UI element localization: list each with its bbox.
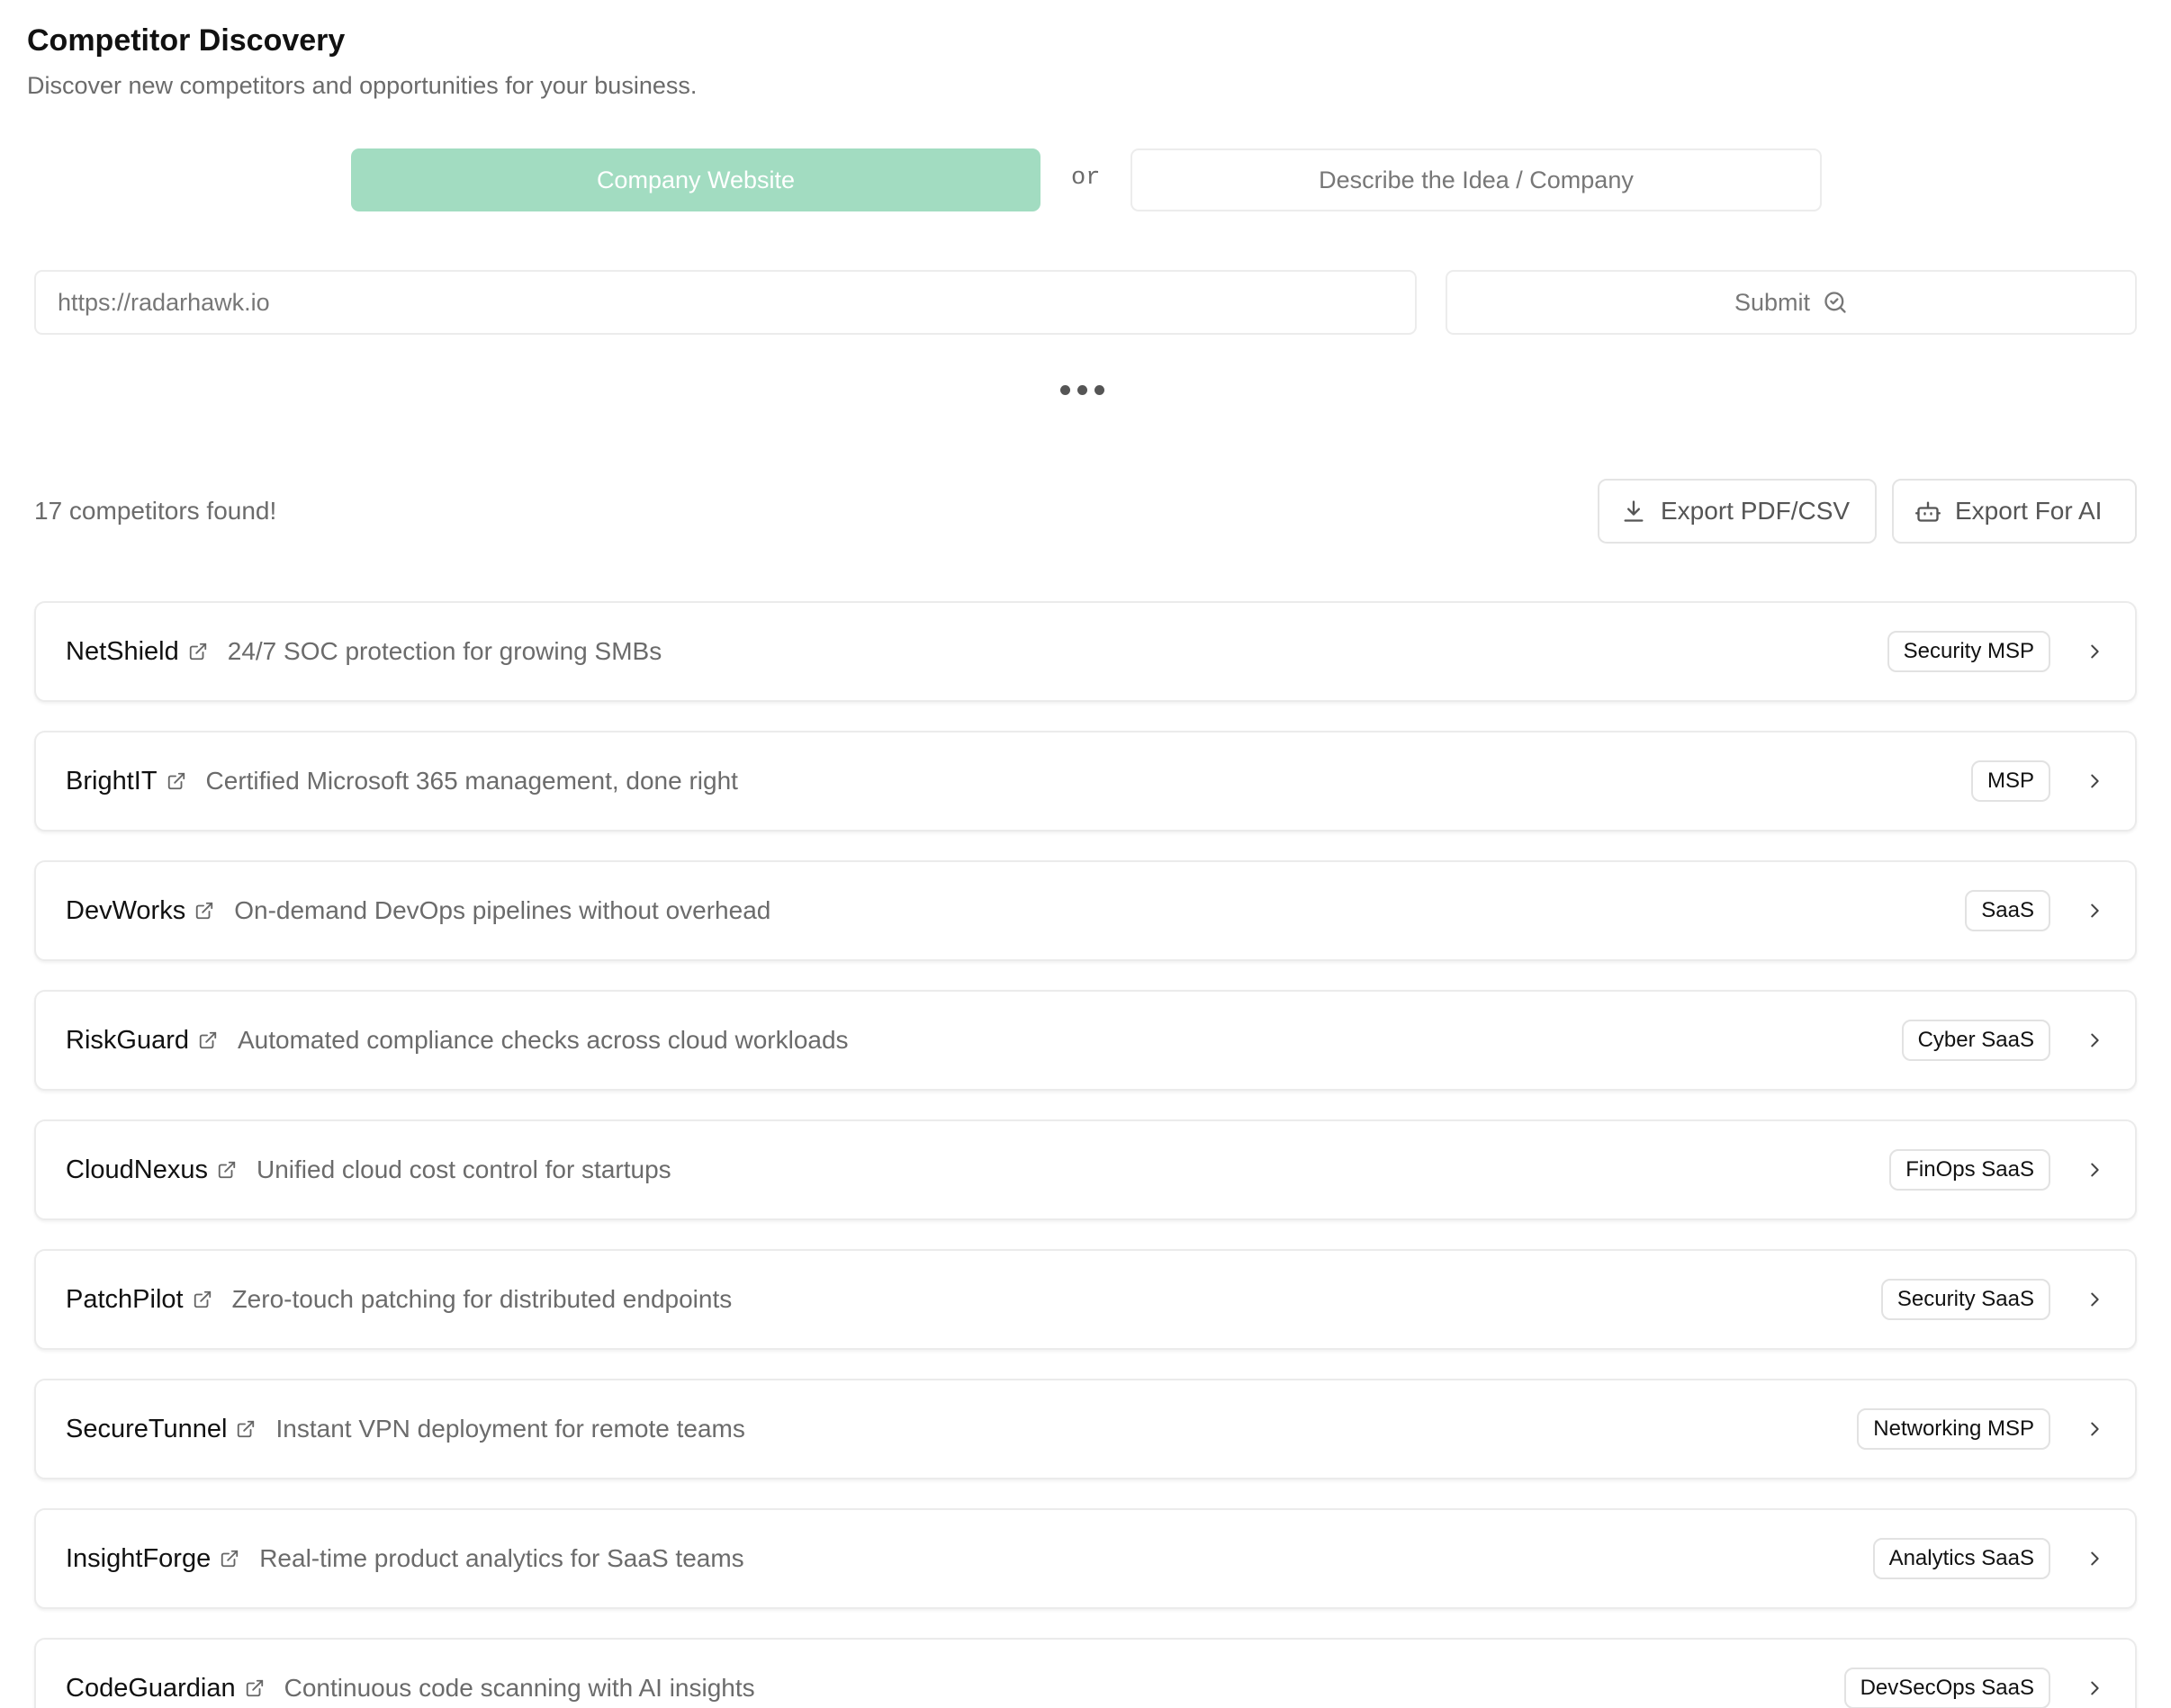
describe-idea-mode-label: Describe the Idea / Company bbox=[1319, 166, 1634, 193]
competitor-category-badge: DevSecOps SaaS bbox=[1843, 1668, 2050, 1708]
competitor-discovery-page: Competitor Discovery Discover new compet… bbox=[0, 0, 2171, 1708]
external-link-icon[interactable] bbox=[236, 1419, 256, 1439]
competitor-name[interactable]: InsightForge bbox=[66, 1544, 211, 1574]
competitor-name[interactable]: BrightIT bbox=[66, 767, 158, 796]
chevron-right-icon[interactable] bbox=[2085, 1160, 2104, 1180]
external-link-icon[interactable] bbox=[188, 642, 208, 661]
export-pdf-csv-button[interactable]: Export PDF/CSV bbox=[1598, 479, 1877, 544]
submit-button[interactable]: Submit bbox=[1446, 270, 2137, 335]
export-for-ai-button[interactable]: Export For AI bbox=[1892, 479, 2137, 544]
search-check-icon bbox=[1823, 290, 1848, 315]
competitor-row[interactable]: CloudNexus Unified cloud cost control fo… bbox=[34, 1119, 2137, 1220]
competitor-name[interactable]: PatchPilot bbox=[66, 1285, 184, 1315]
competitor-category-badge: SaaS bbox=[1965, 890, 2050, 931]
loading-dots-icon bbox=[1060, 385, 1104, 395]
competitor-description: 24/7 SOC protection for growing SMBs bbox=[227, 637, 662, 665]
competitor-name[interactable]: SecureTunnel bbox=[66, 1415, 227, 1444]
competitor-row[interactable]: SecureTunnel Instant VPN deployment for … bbox=[34, 1379, 2137, 1479]
competitor-row[interactable]: DevWorks On-demand DevOps pipelines with… bbox=[34, 860, 2137, 961]
chevron-right-icon[interactable] bbox=[2085, 1290, 2104, 1309]
page-subtitle: Discover new competitors and opportuniti… bbox=[27, 72, 698, 99]
bot-icon bbox=[1915, 499, 1941, 524]
competitor-row[interactable]: CodeGuardian Continuous code scanning wi… bbox=[34, 1638, 2137, 1708]
chevron-right-icon[interactable] bbox=[2085, 1419, 2104, 1439]
chevron-right-icon[interactable] bbox=[2085, 1549, 2104, 1569]
chevron-right-icon[interactable] bbox=[2085, 642, 2104, 661]
mode-or-separator: or bbox=[1071, 165, 1101, 192]
competitor-description: Continuous code scanning with AI insight… bbox=[284, 1674, 755, 1702]
external-link-icon[interactable] bbox=[194, 901, 214, 921]
chevron-right-icon[interactable] bbox=[2085, 1678, 2104, 1698]
competitor-category-badge: MSP bbox=[1970, 760, 2050, 802]
competitor-name[interactable]: CloudNexus bbox=[66, 1155, 208, 1185]
competitor-description: Automated compliance checks across cloud… bbox=[238, 1026, 849, 1054]
page-title: Competitor Discovery bbox=[27, 23, 346, 58]
describe-idea-mode-button[interactable]: Describe the Idea / Company bbox=[1131, 148, 1822, 211]
external-link-icon[interactable] bbox=[245, 1678, 265, 1698]
competitor-row[interactable]: PatchPilot Zero-touch patching for distr… bbox=[34, 1249, 2137, 1350]
competitor-category-badge: Security SaaS bbox=[1880, 1279, 2050, 1320]
competitor-name[interactable]: CodeGuardian bbox=[66, 1674, 236, 1704]
competitor-description: Certified Microsoft 365 management, done… bbox=[205, 767, 738, 795]
competitor-category-badge: Networking MSP bbox=[1857, 1408, 2050, 1450]
competitor-description: Real-time product analytics for SaaS tea… bbox=[259, 1544, 744, 1572]
competitor-name[interactable]: DevWorks bbox=[66, 896, 185, 926]
input-mode-switch: Company Website or Describe the Idea / C… bbox=[351, 148, 1822, 211]
export-for-ai-label: Export For AI bbox=[1955, 497, 2103, 525]
external-link-icon[interactable] bbox=[198, 1030, 218, 1050]
competitor-row[interactable]: NetShield 24/7 SOC protection for growin… bbox=[34, 601, 2137, 702]
export-pdf-csv-label: Export PDF/CSV bbox=[1661, 497, 1851, 525]
competitor-row[interactable]: BrightIT Certified Microsoft 365 managem… bbox=[34, 731, 2137, 832]
competitor-row[interactable]: RiskGuard Automated compliance checks ac… bbox=[34, 990, 2137, 1091]
company-website-mode-button[interactable]: Company Website bbox=[351, 148, 1040, 211]
competitor-description: On-demand DevOps pipelines without overh… bbox=[234, 896, 771, 924]
external-link-icon[interactable] bbox=[193, 1290, 212, 1309]
competitor-category-badge: Analytics SaaS bbox=[1872, 1538, 2050, 1579]
chevron-right-icon[interactable] bbox=[2085, 771, 2104, 791]
competitor-description: Unified cloud cost control for startups bbox=[256, 1155, 671, 1183]
website-url-input[interactable] bbox=[34, 270, 1417, 335]
submit-label: Submit bbox=[1734, 288, 1811, 316]
competitor-name[interactable]: RiskGuard bbox=[66, 1026, 189, 1056]
competitor-category-badge: Cyber SaaS bbox=[1901, 1020, 2050, 1061]
competitor-row[interactable]: InsightForge Real-time product analytics… bbox=[34, 1508, 2137, 1609]
competitor-description: Zero-touch patching for distributed endp… bbox=[231, 1285, 733, 1313]
external-link-icon[interactable] bbox=[217, 1160, 237, 1180]
download-icon bbox=[1621, 499, 1646, 524]
external-link-icon[interactable] bbox=[167, 771, 186, 791]
chevron-right-icon[interactable] bbox=[2085, 1030, 2104, 1050]
competitor-description: Instant VPN deployment for remote teams bbox=[275, 1415, 745, 1443]
company-website-mode-label: Company Website bbox=[596, 166, 796, 193]
results-count: 17 competitors found! bbox=[34, 497, 277, 525]
competitor-category-badge: FinOps SaaS bbox=[1889, 1149, 2050, 1191]
chevron-right-icon[interactable] bbox=[2085, 901, 2104, 921]
competitor-category-badge: Security MSP bbox=[1887, 631, 2050, 672]
external-link-icon[interactable] bbox=[220, 1549, 239, 1569]
competitor-name[interactable]: NetShield bbox=[66, 637, 179, 667]
